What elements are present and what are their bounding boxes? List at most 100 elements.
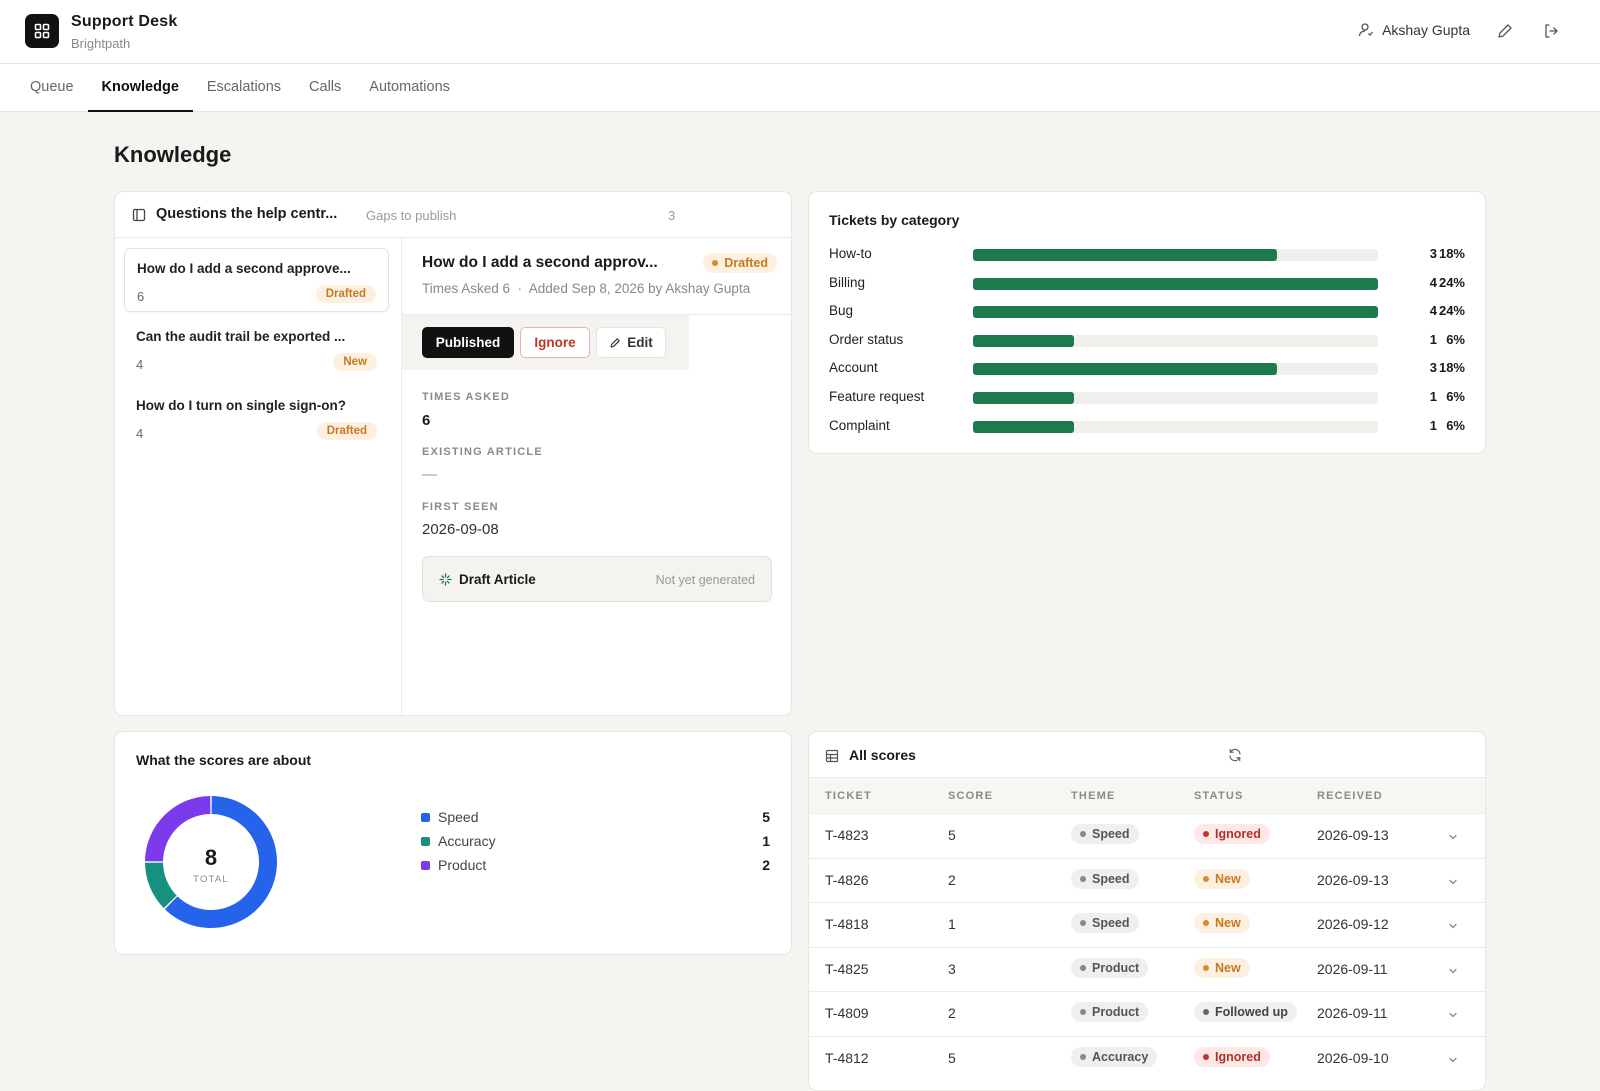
question-item[interactable]: Can the audit trail be exported ... 4 Ne… (124, 317, 389, 381)
category-count: 1 (1429, 389, 1437, 404)
tab-knowledge[interactable]: Knowledge (87, 64, 193, 112)
status-badge: Ignored (1194, 1047, 1270, 1067)
detail-header: How do I add a second approv... Drafted … (402, 238, 791, 315)
score-value: 2 (948, 1005, 956, 1022)
status-badge: Ignored (1194, 824, 1270, 844)
ticket-id: T-4826 (825, 871, 869, 888)
questions-title: Questions the help centr... (156, 206, 338, 222)
status-dot (1203, 875, 1209, 882)
ticket-id: T-4825 (825, 960, 869, 977)
draft-article-panel[interactable]: Draft Article Not yet generated (422, 556, 772, 602)
table-row[interactable]: T-4809 2 Product Followed up 2026-09-11 (809, 991, 1485, 1035)
category-label: Feature request (829, 389, 925, 404)
times-asked-label: TIMES ASKED (422, 391, 510, 403)
app-logo-icon[interactable] (25, 14, 59, 48)
chevron-down-icon[interactable] (1447, 920, 1459, 932)
table-row[interactable]: T-4823 5 Speed Ignored 2026-09-13 (809, 813, 1485, 857)
app-title: Support Desk (71, 13, 178, 30)
status-label: New (1215, 871, 1241, 886)
category-bar-row: Feature request 1 6% (829, 389, 1465, 407)
draft-article-label: Draft Article (459, 572, 536, 587)
category-bar-track (973, 306, 1378, 319)
ignore-button[interactable]: Ignore (520, 327, 590, 358)
category-bar-track (973, 363, 1378, 376)
category-bar (973, 363, 1277, 376)
status-dot (1203, 1054, 1209, 1060)
status-badge: Drafted (316, 422, 377, 440)
table-row[interactable]: T-4818 1 Speed New 2026-09-12 (809, 902, 1485, 946)
legend-item: Speed (421, 809, 478, 825)
legend-swatch (421, 860, 430, 870)
category-count: 3 (1429, 246, 1437, 261)
chevron-down-icon[interactable] (1447, 1009, 1459, 1021)
category-bar-row: Billing 4 24% (829, 275, 1465, 293)
legend-value: 2 (762, 857, 770, 873)
theme-badge: Accuracy (1071, 1047, 1158, 1067)
tab-escalations[interactable]: Escalations (193, 64, 295, 112)
status-label: New (1215, 916, 1241, 931)
question-count: 4 (136, 426, 144, 441)
pencil-icon (610, 337, 620, 348)
tab-automations[interactable]: Automations (355, 64, 464, 112)
table-header (809, 777, 1485, 813)
user-menu[interactable]: Akshay Gupta (1358, 22, 1470, 38)
status-badge: New (1194, 957, 1250, 978)
theme-label: Product (1092, 1005, 1140, 1020)
category-bar (973, 420, 1075, 433)
status-badge: Followed up (1194, 1002, 1297, 1023)
table-row[interactable]: T-4826 2 Speed New 2026-09-13 (809, 857, 1485, 902)
edit-button[interactable]: Edit (596, 327, 666, 358)
column-header: THEME (1071, 790, 1116, 802)
published-button[interactable]: Published (422, 327, 514, 358)
category-bar-row: Complaint 1 6% (829, 418, 1465, 436)
tab-queue[interactable]: Queue (16, 64, 88, 112)
question-title: How do I add a second approve... (137, 261, 351, 276)
status-badge: New (1194, 913, 1250, 934)
column-header: RECEIVED (1317, 790, 1383, 802)
category-bar-track (973, 420, 1378, 433)
status-badge: Drafted (315, 285, 376, 303)
legend-swatch (421, 812, 430, 822)
existing-article-value: — (422, 466, 437, 483)
theme-badge: Speed (1071, 868, 1139, 889)
category-label: Bug (829, 303, 854, 319)
scores-about-title: What the scores are about (136, 752, 312, 768)
scores-about-card: What the scores are about 8 TOTAL Speed 5… (114, 731, 792, 955)
category-count: 1 (1429, 417, 1437, 433)
legend-label: Product (438, 857, 487, 873)
category-bar (973, 334, 1075, 347)
theme-dot (1080, 964, 1086, 971)
detail-status-badge: Drafted (703, 253, 777, 273)
sparkle-icon (439, 573, 452, 586)
category-count: 1 (1429, 331, 1437, 347)
category-bar (973, 306, 1378, 319)
chevron-down-icon[interactable] (1447, 965, 1459, 977)
category-label: How-to (829, 246, 872, 261)
category-bar-row: How-to 3 18% (829, 246, 1465, 264)
status-dot (712, 260, 719, 266)
question-item[interactable]: How do I turn on single sign-on? 4 Draft… (124, 386, 389, 450)
first-seen-label: FIRST SEEN (422, 501, 499, 513)
question-count: 4 (136, 357, 144, 372)
book-icon (132, 208, 146, 222)
theme-label: Product (1092, 960, 1140, 975)
chevron-down-icon[interactable] (1447, 831, 1459, 843)
refresh-icon[interactable] (1227, 747, 1243, 763)
question-title: How do I turn on single sign-on? (136, 398, 346, 413)
theme-label: Speed (1092, 916, 1130, 931)
question-item[interactable]: How do I add a second approve... 6 Draft… (124, 248, 389, 312)
category-bar-track (973, 334, 1378, 347)
theme-label: Speed (1092, 871, 1130, 886)
edit-icon[interactable] (1496, 22, 1516, 42)
tab-calls[interactable]: Calls (295, 64, 355, 112)
legend-label: Speed (438, 809, 479, 825)
logout-icon[interactable] (1542, 22, 1562, 42)
table-row[interactable]: T-4825 3 Product New 2026-09-11 (809, 946, 1485, 991)
legend-swatch (421, 836, 430, 846)
legend-label: Accuracy (438, 833, 496, 849)
chevron-down-icon[interactable] (1447, 876, 1459, 888)
status-dot (1203, 831, 1209, 837)
chevron-down-icon[interactable] (1447, 1054, 1459, 1066)
status-dot (1203, 1009, 1209, 1016)
table-row[interactable]: T-4812 5 Accuracy Ignored 2026-09-10 (809, 1036, 1485, 1080)
